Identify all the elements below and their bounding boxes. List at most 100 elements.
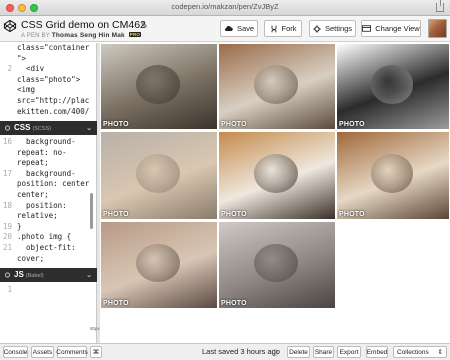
code-line: class="container [17, 43, 90, 52]
js-pane-preprocessor: (Babel) [25, 273, 44, 279]
layout-icon [362, 25, 372, 32]
photo-label: PHOTO [221, 300, 247, 307]
chevron-updown-icon: ⇕ [437, 349, 443, 356]
byline-prefix: A PEN BY [21, 33, 50, 39]
fork-button-label: Fork [281, 24, 297, 33]
collections-select[interactable]: Collections ⇕ [393, 346, 447, 358]
fork-icon [271, 25, 276, 32]
kitten-photo [253, 153, 298, 193]
css-scrollbar[interactable] [90, 193, 93, 229]
js-code-pane[interactable]: 1 [0, 284, 97, 342]
pro-badge: PRO [128, 32, 142, 37]
photo-label: PHOTO [221, 211, 247, 218]
line-number: 16 [2, 137, 12, 146]
code-line: } [17, 221, 22, 231]
footer-bar: Console Assets Comments ⌘ Last saved 3 h… [0, 343, 450, 360]
photo-label: PHOTO [339, 211, 365, 218]
line-number: 1 [7, 285, 12, 294]
gear-icon [313, 24, 321, 33]
photo-label: PHOTO [103, 300, 129, 307]
assets-button[interactable]: Assets [31, 346, 54, 358]
chevron-down-icon[interactable]: ⌄ [86, 124, 92, 132]
user-avatar[interactable] [428, 19, 447, 38]
code-line: position: center [17, 179, 90, 189]
css-pane-preprocessor: (SCSS) [32, 126, 52, 132]
share-button[interactable]: Share [313, 346, 334, 358]
code-line: position: [17, 200, 67, 210]
pen-title[interactable]: CSS Grid demo on CM462 [21, 19, 146, 31]
photo-label: PHOTO [103, 121, 129, 128]
pen-header: CSS Grid demo on CM462 ✎ A PEN BY Thomas… [0, 16, 450, 42]
code-line: src="http://plac [17, 96, 90, 105]
author-link[interactable]: Thomas Seng Hin Mak [52, 32, 125, 39]
share-icon[interactable] [436, 0, 444, 12]
save-button-label: Save [236, 24, 255, 33]
photo-label: PHOTO [339, 121, 365, 128]
code-line: relative; [17, 211, 58, 221]
fork-button[interactable]: Fork [264, 20, 302, 37]
photo-tile: PHOTO [101, 44, 217, 129]
css-pane-title: CSS [14, 123, 31, 132]
chevron-down-icon[interactable]: ⌄ [86, 271, 92, 279]
kitten-photo [253, 65, 298, 104]
settings-button[interactable]: Settings [309, 20, 356, 37]
js-pane-title: JS [14, 270, 24, 279]
photo-tile: PHOTO [219, 132, 335, 219]
photo-tile: PHOTO [101, 132, 217, 219]
photo-tile: PHOTO [337, 44, 449, 129]
editor-width-label: 80px [90, 326, 100, 331]
info-icon[interactable]: ⓘ [270, 346, 280, 358]
editor-column: class="container "> 2 <div class="photo"> <i… [0, 43, 97, 343]
last-saved-status: Last saved 3 hours ago [202, 347, 280, 356]
gear-icon[interactable] [4, 272, 11, 278]
codepen-logo-icon[interactable] [3, 19, 17, 33]
code-line: repeat: no- [17, 147, 67, 157]
gear-icon[interactable] [4, 125, 11, 131]
kitten-photo [135, 153, 180, 193]
line-number: 2 [7, 64, 12, 74]
code-line: class="photo"> [17, 74, 81, 84]
line-number: 17 [2, 168, 12, 178]
code-line: center; [17, 190, 49, 199]
code-line: ekitten.com/400/ [17, 106, 90, 116]
css-pane-header[interactable]: CSS (SCSS) ⌄ [0, 121, 97, 135]
embed-button[interactable]: Embed [366, 346, 388, 358]
address-bar[interactable]: codepen.io/makzan/pen/ZvJByZ [0, 2, 450, 11]
kitten-photo [370, 153, 414, 193]
keyboard-shortcuts-button[interactable]: ⌘ [90, 346, 102, 358]
settings-button-label: Settings [324, 24, 353, 33]
cloud-icon [224, 26, 233, 31]
change-view-button-label: Change View [375, 24, 420, 33]
photo-tile: PHOTO [219, 44, 335, 129]
code-line: <div [17, 64, 45, 74]
photo-tile: PHOTO [337, 132, 449, 219]
save-button[interactable]: Save [220, 20, 258, 37]
console-button[interactable]: Console [3, 346, 28, 358]
comments-button[interactable]: Comments [56, 346, 88, 358]
kitten-photo [370, 65, 414, 104]
css-code-pane[interactable]: 16 background-repeat: no-repeat; 17 backg… [0, 136, 97, 266]
code-line: .photo img { [17, 232, 72, 242]
delete-button[interactable]: Delete [287, 346, 310, 358]
photo-label: PHOTO [221, 121, 247, 128]
export-button[interactable]: Export [337, 346, 361, 358]
line-number: 21 [2, 243, 12, 252]
code-line: background- [17, 168, 76, 178]
code-line: background- [17, 137, 76, 146]
code-line: cover; [17, 253, 45, 263]
line-number: 19 [2, 221, 12, 231]
line-number: 20 [2, 232, 12, 242]
js-pane-header[interactable]: JS (Babel) ⌄ [0, 268, 97, 282]
photo-tile: PHOTO [219, 222, 335, 308]
code-line: object-fit: [17, 243, 76, 252]
edit-title-icon[interactable]: ✎ [141, 21, 148, 30]
code-line: <img [17, 85, 36, 95]
collections-select-label: Collections [397, 348, 429, 356]
html-code-pane[interactable]: class="container "> 2 <div class="photo"> <i… [0, 43, 97, 118]
photo-tile: PHOTO [101, 222, 217, 308]
kitten-photo [253, 243, 298, 283]
change-view-button[interactable]: Change View [361, 20, 421, 37]
kitten-photo [135, 243, 180, 283]
preview-pane[interactable]: PHOTO PHOTO PHOTO PHOTO PHOTO PHOTO PHOTO PHOTO [100, 43, 450, 343]
code-line: "> [17, 53, 27, 63]
